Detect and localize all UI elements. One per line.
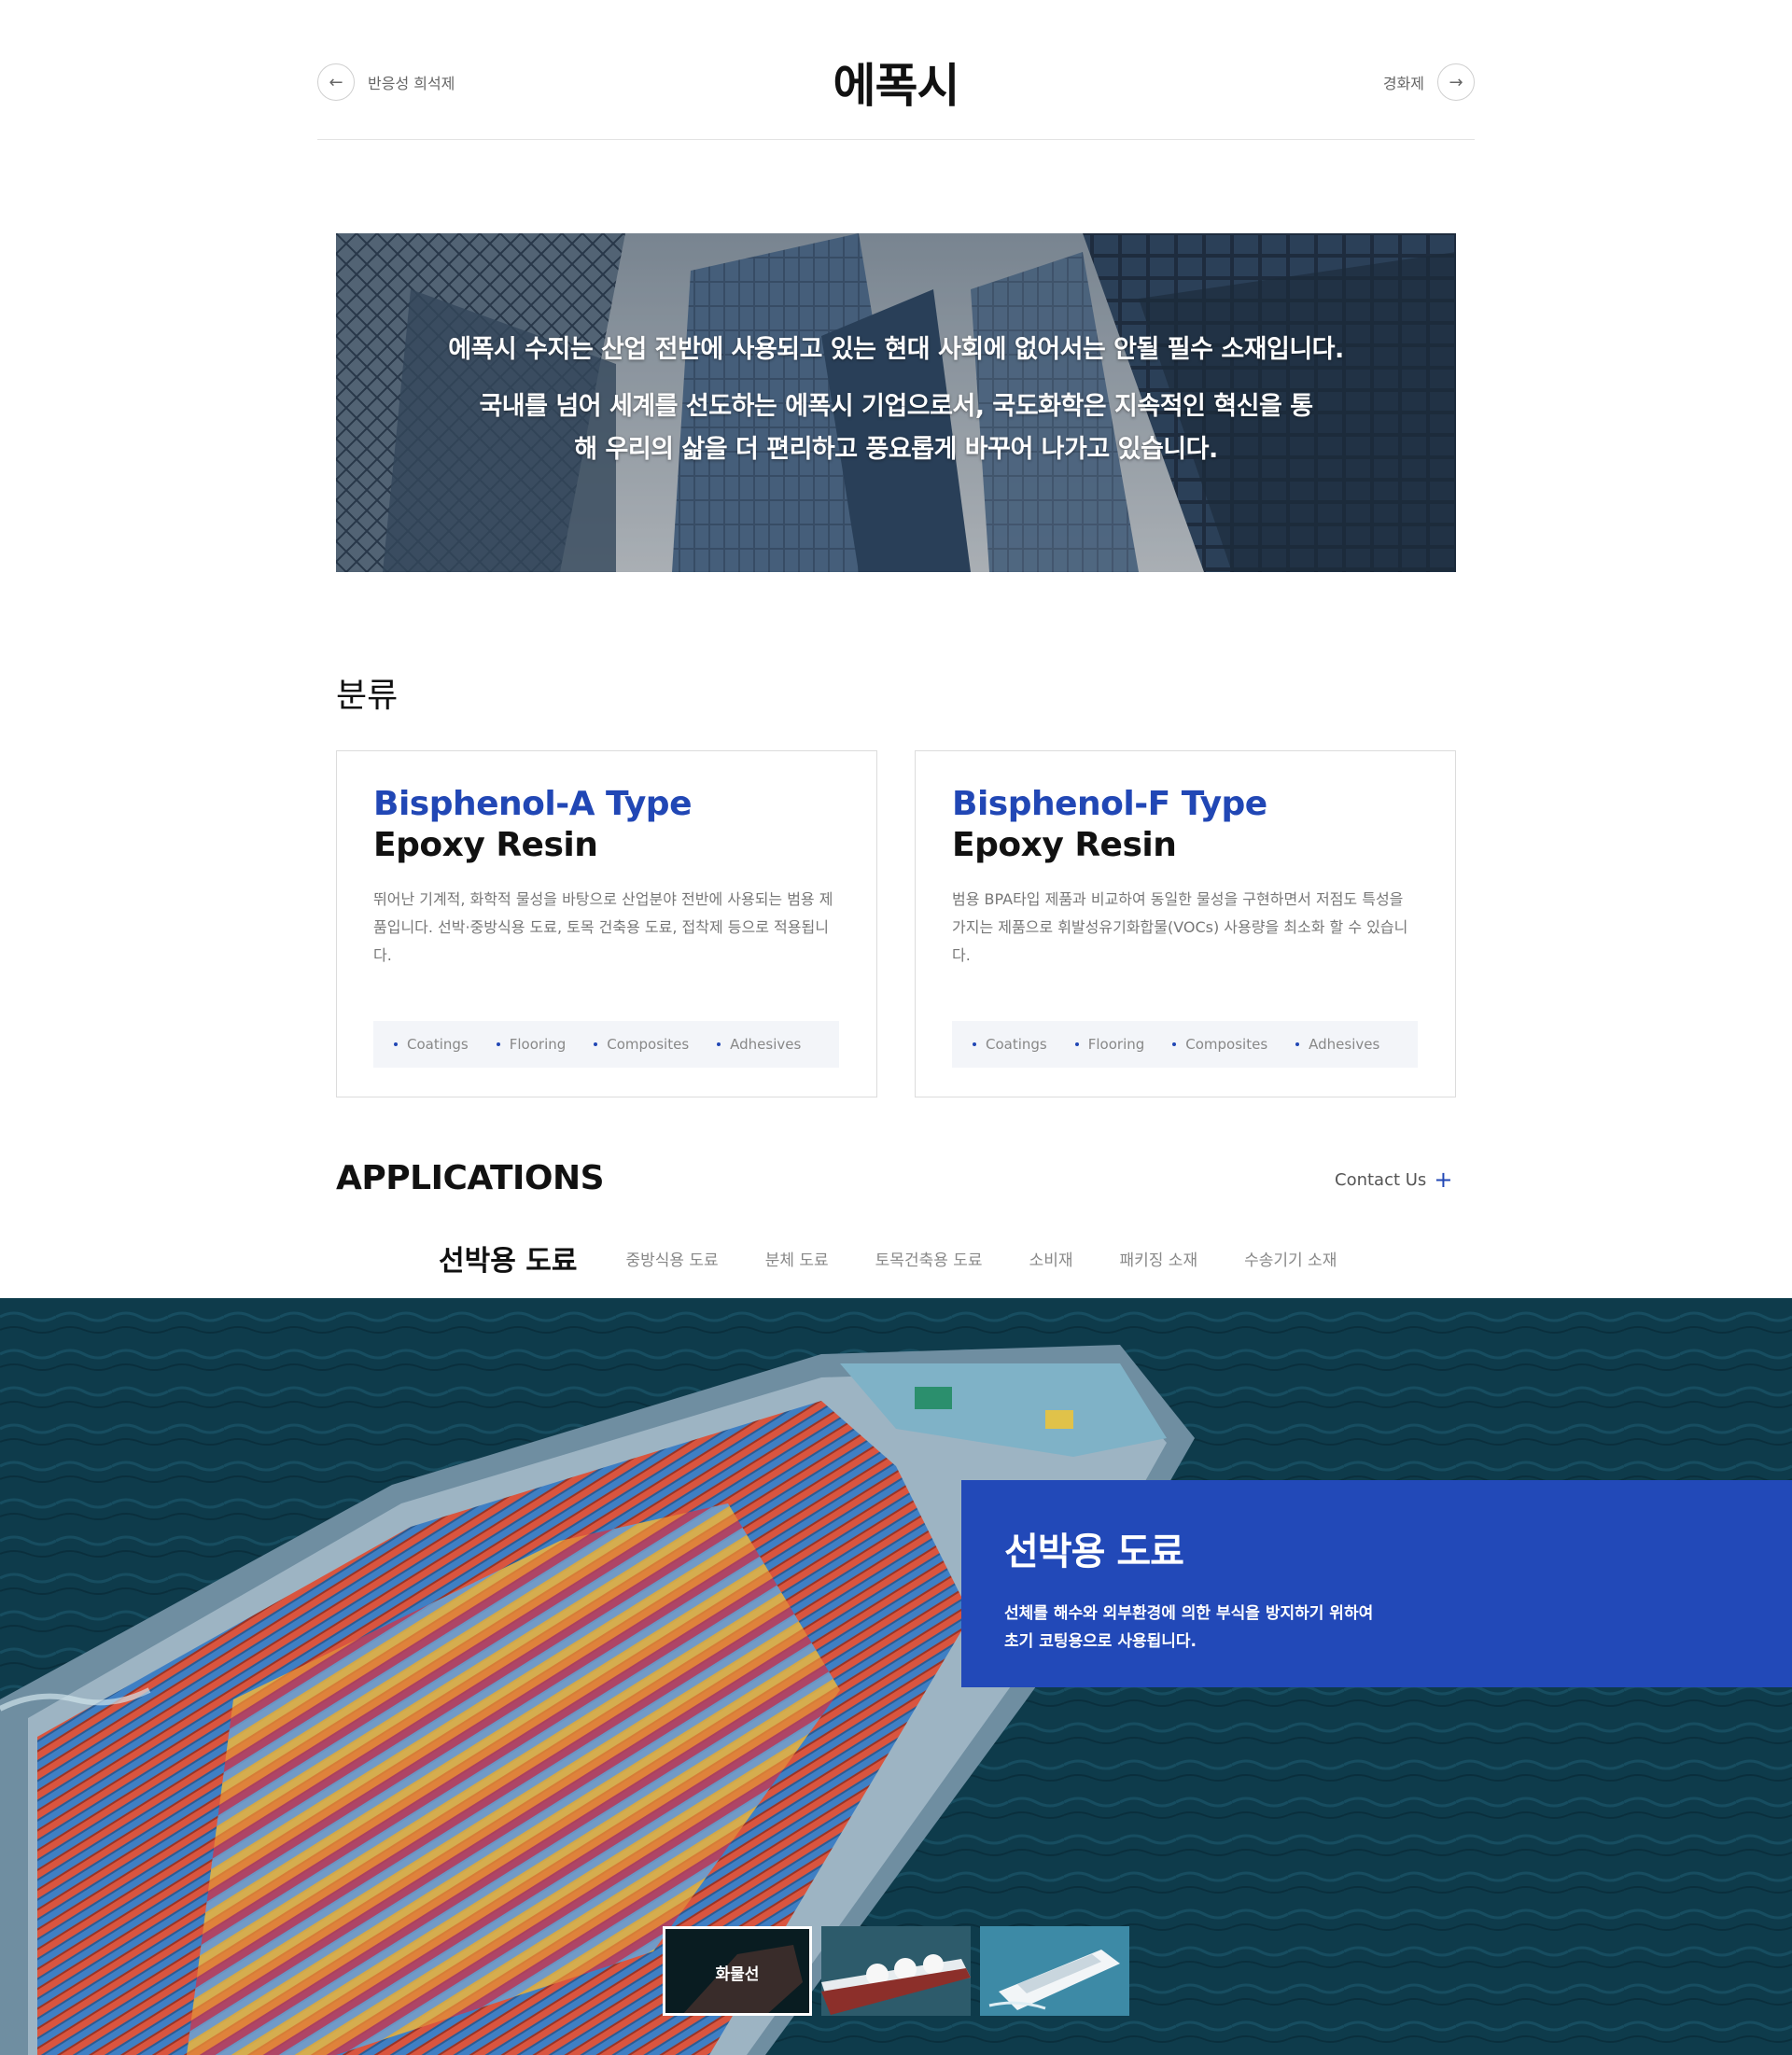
card-type-title: Bisphenol-F Type xyxy=(952,785,1267,823)
lng-carrier-thumbnail-image xyxy=(821,1926,971,2016)
product-card-bisphenol-f: Bisphenol-F Type Epoxy Resin 범용 BPA타입 제품… xyxy=(915,750,1456,1097)
thumbnail-label: 화물선 xyxy=(715,1965,760,1984)
next-product-link[interactable]: 경화제 → xyxy=(1383,63,1475,101)
info-panel-description: 선체를 해수와 외부환경에 의한 부식을 방지하기 위하여 초기 코팅용으로 사… xyxy=(1004,1600,1749,1656)
hero-text: 에폭시 수지는 산업 전반에 사용되고 있는 현대 사회에 없어서는 안될 필수… xyxy=(336,329,1456,471)
tab-marine-coatings[interactable]: 선박용 도료 xyxy=(439,1237,577,1279)
plus-icon: + xyxy=(1434,1167,1453,1193)
product-navigation: ← 반응성 희석제 에폭시 경화제 → xyxy=(317,59,1475,140)
card-description: 뛰어난 기계적, 화학적 물성을 바탕으로 산업분야 전반에 사용되는 범용 제… xyxy=(373,890,833,964)
hero-banner: 에폭시 수지는 산업 전반에 사용되고 있는 현대 사회에 없어서는 안될 필수… xyxy=(336,233,1456,572)
tab-transportation[interactable]: 수송기기 소재 xyxy=(1244,1247,1337,1270)
card-resin-title: Epoxy Resin xyxy=(373,826,598,864)
application-tabs: 선박용 도료 중방식용 도료 분체 도료 토목건축용 도료 소비재 패키징 소재… xyxy=(439,1237,1383,1279)
hero-intro-line: 에폭시 수지는 산업 전반에 사용되고 있는 현대 사회에 없어서는 안될 필수… xyxy=(448,335,1344,364)
info-panel-title: 선박용 도료 xyxy=(1004,1531,1184,1573)
card-description: 범용 BPA타입 제품과 비교하여 동일한 물성을 구현하면서 저점도 특성을 … xyxy=(952,890,1408,964)
application-tags: Coatings Flooring Composites Adhesives xyxy=(373,1021,839,1068)
tab-protective-coatings[interactable]: 중방식용 도료 xyxy=(625,1247,718,1270)
thumbnail-cargo-ship[interactable]: 화물선 xyxy=(663,1926,812,2016)
product-card-bisphenol-a: Bisphenol-A Type Epoxy Resin 뛰어난 기계적, 화학… xyxy=(336,750,877,1097)
classification-heading: 분류 xyxy=(336,677,399,715)
application-tags: Coatings Flooring Composites Adhesives xyxy=(952,1021,1418,1068)
page-title: 에폭시 xyxy=(833,59,960,113)
info-panel-line2: 초기 코팅용으로 사용됩니다. xyxy=(1004,1632,1197,1651)
tab-civil-construction[interactable]: 토목건축용 도료 xyxy=(875,1247,983,1270)
card-resin-title: Epoxy Resin xyxy=(952,826,1177,864)
hero-mission-line: 국내를 넘어 세계를 선도하는 에폭시 기업으로서, 국도화학은 지속적인 혁신… xyxy=(479,392,1313,464)
application-info-panel: 선박용 도료 선체를 해수와 외부환경에 의한 부식을 방지하기 위하여 초기 … xyxy=(961,1480,1792,1687)
tag-composites: Composites xyxy=(594,1036,689,1053)
tag-flooring: Flooring xyxy=(497,1036,567,1053)
card-type-title: Bisphenol-A Type xyxy=(373,785,693,823)
tag-adhesives: Adhesives xyxy=(1295,1036,1379,1053)
ship-thumbnails: 화물선 xyxy=(663,1926,1129,2016)
arrow-right-icon: → xyxy=(1437,63,1475,101)
tab-packaging[interactable]: 패키징 소재 xyxy=(1119,1247,1197,1270)
tag-coatings: Coatings xyxy=(973,1036,1047,1053)
thumbnail-cruise-ship[interactable] xyxy=(980,1926,1129,2016)
tab-powder-coatings[interactable]: 분체 도료 xyxy=(765,1247,829,1270)
application-banner: 선박용 도료 선체를 해수와 외부환경에 의한 부식을 방지하기 위하여 초기 … xyxy=(0,1298,1792,2055)
cruise-ship-thumbnail-image xyxy=(980,1926,1129,2016)
contact-us-link[interactable]: Contact Us + xyxy=(1335,1168,1452,1191)
info-panel-line1: 선체를 해수와 외부환경에 의한 부식을 방지하기 위하여 xyxy=(1004,1604,1374,1623)
contact-us-label: Contact Us xyxy=(1335,1169,1427,1190)
thumbnail-lng-carrier[interactable] xyxy=(821,1926,971,2016)
next-product-label: 경화제 xyxy=(1382,75,1424,92)
tag-composites: Composites xyxy=(1172,1036,1267,1053)
tag-adhesives: Adhesives xyxy=(717,1036,801,1053)
tab-consumer-goods[interactable]: 소비재 xyxy=(1029,1247,1073,1270)
tag-coatings: Coatings xyxy=(394,1036,469,1053)
applications-heading: APPLICATIONS xyxy=(336,1159,605,1197)
tag-flooring: Flooring xyxy=(1075,1036,1145,1053)
